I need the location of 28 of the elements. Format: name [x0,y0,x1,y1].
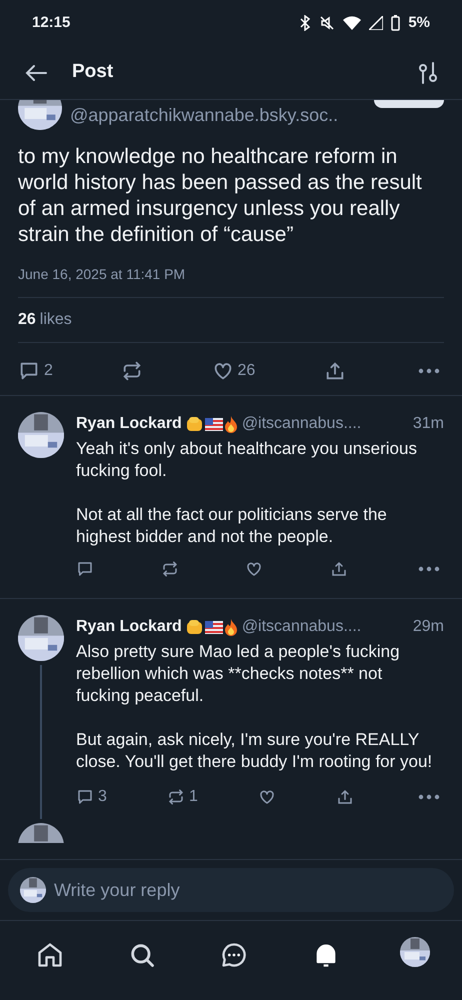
reply-text: Yeah it's only about healthcare you unserious fucking fool. [76,438,418,482]
status-time: 12:15 [32,12,70,33]
reply-field[interactable]: Write your reply [54,876,442,904]
reply-time: 31m [412,414,444,434]
action-button[interactable]: 3 [76,785,107,809]
reply-handle: @itscannabus.... [242,414,362,434]
page-title: Post [72,60,114,84]
post-date: June 16, 2025 at 11:41 PM [18,265,186,284]
action-count: 26 [238,361,256,381]
reply-time: 29m [412,617,444,637]
action-count: 3 [98,787,107,807]
action-button[interactable]: 26 [212,359,256,383]
reply-text: But again, ask nicely, I'm sure you're REALLY close. You'll get there buddy I'm rooting for you! [76,729,434,773]
likes-count: 26 [18,310,36,330]
author-handle: @apparatchikwannabe.bsky.soc.. [70,104,340,127]
post-text: to my knowledge no healthcare reform in world history has been passed as the result of an armed insurgency unless you really strain the definition of “cause” [18,144,423,248]
reply-author: Ryan Lockard [76,617,182,637]
action-button[interactable]: 1 [166,785,198,809]
reply-handle: @itscannabus.... [242,617,362,637]
reply-text: Also pretty sure Mao led a people's fucking rebellion which was **checks notes** not fucking peaceful. [76,641,401,707]
reply-author: Ryan Lockard [76,414,182,434]
likes-label: likes [40,310,72,330]
reply-text: Not at all the fact our politicians serve the highest bidder and not the people. [76,504,388,548]
battery-level: 5% [408,12,430,33]
action-count: 2 [44,361,53,381]
action-count: 1 [188,787,198,807]
composer-bar[interactable]: Write your reply [8,868,454,912]
action-button[interactable]: 2 [18,359,53,383]
